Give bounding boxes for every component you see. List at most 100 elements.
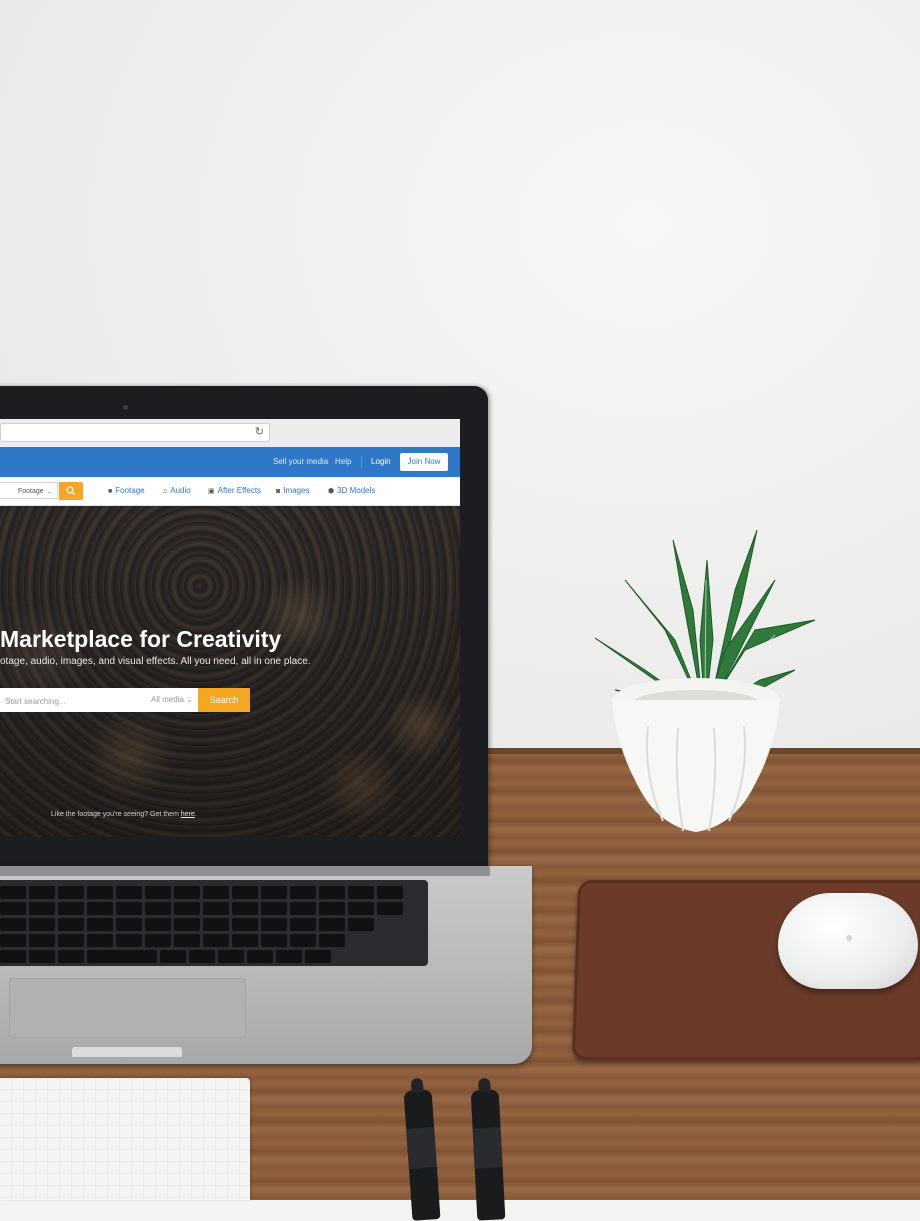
nav-divider: [361, 456, 362, 468]
join-now-button[interactable]: Join Now: [400, 453, 448, 471]
keyboard-key: [319, 934, 345, 947]
key-row: [0, 886, 403, 899]
hero-banner: Marketplace for Creativity otage, audio,…: [0, 506, 460, 837]
keyboard-key: [116, 934, 142, 947]
category-select-value: Footage: [18, 488, 44, 495]
keyboard-key: [261, 902, 287, 915]
keyboard-key: [145, 902, 171, 915]
help-link[interactable]: Help: [335, 457, 351, 466]
keyboard-key: [0, 886, 26, 899]
after-effects-icon: ▣: [208, 488, 215, 495]
nav-item-audio[interactable]: ♫ Audio: [162, 486, 191, 495]
keyboard-key: [203, 902, 229, 915]
keyboard-key: [0, 918, 26, 931]
keyboard-key: [189, 950, 215, 963]
media-type-select[interactable]: All media ⌄: [151, 695, 193, 704]
keyboard-key: [290, 918, 316, 931]
keyboard-key: [232, 886, 258, 899]
marker-band: [406, 1127, 437, 1169]
keyboard-key: [203, 918, 229, 931]
credit-link[interactable]: here: [181, 811, 195, 818]
hero-search-input[interactable]: [0, 688, 147, 714]
hero-search-box: All media ⌄: [0, 688, 198, 714]
keyboard-key: [290, 902, 316, 915]
laptop-hinge: [0, 866, 490, 876]
music-note-icon: ♫: [162, 488, 168, 495]
keyboard-key: [116, 886, 142, 899]
keyboard-key: [29, 934, 55, 947]
keyboard-key: [319, 902, 345, 915]
marker-tip: [410, 1077, 424, 1093]
cube-icon: ⬢: [328, 488, 335, 495]
trackpad: [9, 978, 246, 1038]
keyboard-key: [145, 886, 171, 899]
keyboard-key: [203, 934, 229, 947]
chevron-down-icon: ⌄: [186, 695, 193, 704]
keyboard-key: [29, 886, 55, 899]
keyboard-key: [276, 950, 302, 963]
keyboard-key: [203, 886, 229, 899]
reload-icon[interactable]: ↻: [255, 425, 264, 440]
white-flower-pot: [612, 678, 780, 832]
keyboard-key: [29, 918, 55, 931]
laptop-front-notch: [72, 1047, 182, 1057]
key-row: [0, 950, 331, 963]
hero-title: Marketplace for Creativity: [0, 626, 282, 652]
hero-search-button[interactable]: Search: [198, 688, 250, 712]
keyboard-key: [87, 918, 113, 931]
keyboard-key: [232, 902, 258, 915]
nav-item-after-effects[interactable]: ▣ After Effects: [208, 486, 261, 495]
nav-item-label: Footage: [115, 486, 145, 495]
webcam: [123, 405, 128, 410]
keyboard-key: [218, 950, 244, 963]
keyboard-key: [87, 950, 157, 963]
keyboard-key: [29, 950, 55, 963]
category-select[interactable]: Footage ⌄: [0, 482, 58, 499]
keyboard-key: [58, 950, 84, 963]
keyboard-key: [319, 918, 345, 931]
keyboard-key: [58, 934, 84, 947]
keyboard-key: [348, 918, 374, 931]
keyboard-key: [145, 934, 171, 947]
apple-logo-icon: ●: [845, 929, 854, 945]
address-bar[interactable]: ↻: [0, 423, 270, 442]
nav-item-images[interactable]: ◙ Images: [276, 486, 309, 495]
keyboard-key: [58, 918, 84, 931]
keyboard-key: [174, 886, 200, 899]
keyboard-key: [58, 902, 84, 915]
keyboard-key: [145, 918, 171, 931]
sell-media-link[interactable]: Sell your media: [273, 457, 328, 466]
keyboard-key: [247, 950, 273, 963]
camera-icon: ◙: [276, 488, 281, 495]
keyboard-key: [160, 950, 186, 963]
login-link[interactable]: Login: [371, 457, 391, 466]
keyboard-key: [174, 918, 200, 931]
notebook-paper: [0, 1078, 250, 1200]
nav-item-label: Audio: [170, 486, 191, 495]
nav-item-label: 3D Models: [337, 486, 376, 495]
video-camera-icon: ■: [108, 488, 113, 495]
key-row: [0, 902, 403, 915]
keyboard: [0, 880, 428, 966]
keyboard-key: [232, 918, 258, 931]
keyboard-key: [0, 934, 26, 947]
keyboard-key: [290, 886, 316, 899]
keyboard-key: [87, 902, 113, 915]
category-nav: Footage ⌄ ■ Footage ♫ Audio ▣ After Effects …: [0, 477, 460, 506]
keyboard-key: [319, 886, 345, 899]
apple-mouse: ●: [778, 893, 918, 989]
keyboard-key: [174, 934, 200, 947]
keyboard-key: [290, 934, 316, 947]
browser-toolbar: ↻: [0, 419, 460, 448]
keyboard-key: [261, 886, 287, 899]
search-button[interactable]: [59, 482, 83, 500]
keyboard-key: [348, 902, 374, 915]
marker-tip: [477, 1077, 491, 1093]
nav-item-footage[interactable]: ■ Footage: [108, 486, 145, 495]
keyboard-key: [261, 934, 287, 947]
nav-item-label: After Effects: [217, 486, 262, 495]
credit-text: Like the footage you're seeing? Get them: [51, 811, 181, 818]
chevron-down-icon: ⌄: [46, 489, 52, 495]
keyboard-key: [0, 902, 26, 915]
nav-item-3d-models[interactable]: ⬢ 3D Models: [328, 486, 375, 495]
